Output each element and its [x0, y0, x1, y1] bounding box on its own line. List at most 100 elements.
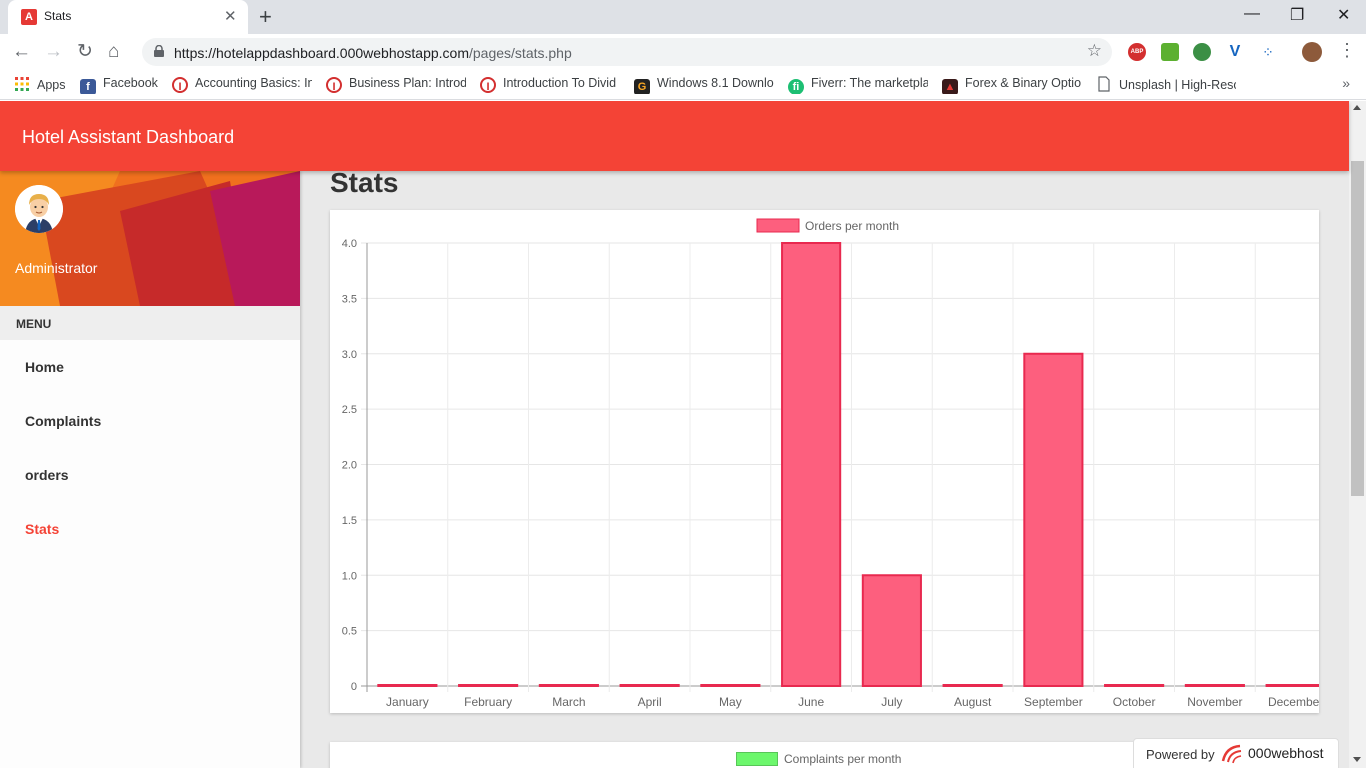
- forward-icon[interactable]: →: [44, 41, 63, 63]
- bar-november: [1184, 684, 1245, 687]
- menu-header: MENU: [0, 306, 300, 340]
- y-tick-label: 3.5: [342, 293, 357, 305]
- user-avatar-icon: [15, 185, 63, 233]
- v-extension-icon[interactable]: V: [1226, 43, 1244, 61]
- bar-april: [619, 684, 680, 687]
- page-icon: [1098, 76, 1110, 92]
- x-tick-label: May: [719, 695, 742, 709]
- page-viewport: Hotel Assistant Dashboard Administrator …: [0, 101, 1366, 768]
- powered-by-text: Powered by: [1146, 747, 1215, 762]
- bookmark-dividends[interactable]: I Introduction To Divid: [480, 76, 620, 94]
- browser-tab-strip: A Stats ✕ + — ❐ ✕: [0, 0, 1366, 34]
- home-icon[interactable]: ⌂: [108, 41, 119, 63]
- bookmark-label: Accounting Basics: In: [195, 76, 312, 90]
- profile-avatar-icon[interactable]: [1302, 42, 1322, 62]
- bar-september: [1023, 352, 1084, 687]
- y-tick-label: 3.0: [342, 349, 357, 361]
- powered-by-badge[interactable]: Powered by 000webhost: [1133, 738, 1339, 768]
- sidebar-item-stats[interactable]: Stats: [25, 521, 59, 537]
- url-host: https://hotelappdashboard.000webhostapp.…: [174, 45, 469, 61]
- page-title: Stats: [330, 167, 399, 198]
- x-tick-label: August: [954, 695, 992, 709]
- sidebar-item-home[interactable]: Home: [25, 359, 64, 375]
- sidebar-item-orders[interactable]: orders: [25, 467, 69, 483]
- bookmark-label: Forex & Binary Optio: [965, 76, 1082, 90]
- x-tick-label: September: [1024, 695, 1083, 709]
- bookmark-unsplash[interactable]: Unsplash | High-Reso: [1096, 76, 1236, 94]
- tab-close-icon[interactable]: ✕: [224, 7, 237, 25]
- close-window-icon[interactable]: ✕: [1337, 5, 1350, 25]
- bar-may: [700, 684, 761, 687]
- x-tick-label: November: [1187, 695, 1242, 709]
- globe-extension-icon[interactable]: [1193, 43, 1211, 61]
- bookmark-label: Fiverr: The marketpla: [811, 76, 928, 90]
- bookmark-windows[interactable]: G Windows 8.1 Downlo: [634, 76, 774, 94]
- minimize-icon[interactable]: —: [1244, 5, 1260, 23]
- orders-chart-card: 0 0.5 1.0 1.5 2.0 2.5 3.0 3.5 4.0 January February…: [330, 210, 1337, 713]
- bookmark-label: Unsplash | High-Reso: [1119, 78, 1236, 92]
- y-tick-label: 2.5: [342, 404, 357, 416]
- bookmark-label: Facebook: [103, 76, 158, 90]
- page-scrollbar[interactable]: [1349, 101, 1366, 768]
- webhost-logo-icon: [1221, 744, 1242, 764]
- x-tick-label: July: [881, 695, 902, 709]
- udemy-icon: I: [326, 77, 342, 93]
- bookmark-forex[interactable]: ▲ Forex & Binary Optio: [942, 76, 1082, 94]
- apps-grid-icon: [15, 77, 29, 91]
- x-tick-label: October: [1113, 695, 1156, 709]
- legend-label: Orders per month: [805, 219, 899, 233]
- address-bar[interactable]: https://hotelappdashboard.000webhostapp.…: [142, 38, 1112, 66]
- browser-toolbar: ← → ↻ ⌂ https://hotelappdashboard.000web…: [0, 34, 1366, 70]
- x-tick-label: February: [464, 695, 512, 709]
- bookmark-star-icon[interactable]: ☆: [1087, 41, 1102, 61]
- bookmarks-overflow-icon[interactable]: »: [1342, 75, 1350, 91]
- dots-extension-icon[interactable]: ⁘: [1259, 43, 1277, 61]
- bar-june: [781, 242, 842, 687]
- bookmark-apps[interactable]: Apps: [14, 76, 66, 94]
- y-tick-label: 1.0: [342, 570, 357, 582]
- browser-tab[interactable]: A Stats ✕: [8, 0, 248, 34]
- user-name: Administrator: [15, 260, 98, 276]
- bar-march: [538, 684, 599, 687]
- bar-january: [377, 684, 438, 687]
- menu-header-label: MENU: [16, 317, 52, 331]
- app-title[interactable]: Hotel Assistant Dashboard: [22, 127, 234, 148]
- x-tick-label: January: [386, 695, 429, 709]
- y-tick-label: 0: [351, 681, 357, 693]
- bookmark-facebook[interactable]: f Facebook: [80, 76, 160, 94]
- adblock-extension-icon[interactable]: ABP: [1128, 43, 1146, 61]
- sidebar-item-complaints[interactable]: Complaints: [25, 413, 101, 429]
- bookmark-fiverr[interactable]: fi Fiverr: The marketpla: [788, 76, 928, 94]
- complaints-legend[interactable]: Complaints per month: [736, 752, 901, 766]
- x-tick-label: June: [798, 695, 824, 709]
- tab-favicon-icon: A: [21, 9, 37, 25]
- restore-icon[interactable]: ❐: [1290, 5, 1304, 25]
- bookmarks-bar: Apps f Facebook I Accounting Basics: In IB…: [0, 70, 1366, 100]
- top-navbar: Hotel Assistant Dashboard: [0, 101, 1349, 171]
- bookmark-business-plan[interactable]: I Business Plan: Introdu: [326, 76, 466, 94]
- powered-by-brand: 000webhost: [1248, 745, 1324, 761]
- scroll-thumb[interactable]: [1351, 161, 1364, 496]
- browser-menu-icon[interactable]: ⋮: [1338, 40, 1356, 61]
- bar-october: [1104, 684, 1165, 687]
- tab-title: Stats: [44, 9, 72, 23]
- back-icon[interactable]: ←: [12, 41, 31, 63]
- y-tick-label: 0.5: [342, 626, 357, 638]
- scroll-down-arrow-icon[interactable]: [1353, 757, 1361, 762]
- left-sidebar: Administrator MENU Home Complaints order…: [0, 171, 300, 768]
- x-tick-label: March: [552, 695, 585, 709]
- avatar: [15, 185, 63, 233]
- bar-august: [942, 684, 1003, 687]
- g-icon: G: [634, 79, 650, 94]
- reload-icon[interactable]: ↻: [77, 41, 93, 63]
- url-text: https://hotelappdashboard.000webhostapp.…: [174, 45, 572, 61]
- legend-swatch: [756, 218, 800, 233]
- lock-icon: [154, 45, 164, 57]
- download-extension-icon[interactable]: [1161, 43, 1179, 61]
- scroll-up-arrow-icon[interactable]: [1353, 105, 1361, 110]
- url-path: /pages/stats.php: [469, 45, 572, 61]
- bar-july: [861, 574, 922, 687]
- bookmark-accounting[interactable]: I Accounting Basics: In: [172, 76, 312, 94]
- fiverr-icon: fi: [788, 79, 804, 94]
- new-tab-icon[interactable]: +: [259, 4, 272, 30]
